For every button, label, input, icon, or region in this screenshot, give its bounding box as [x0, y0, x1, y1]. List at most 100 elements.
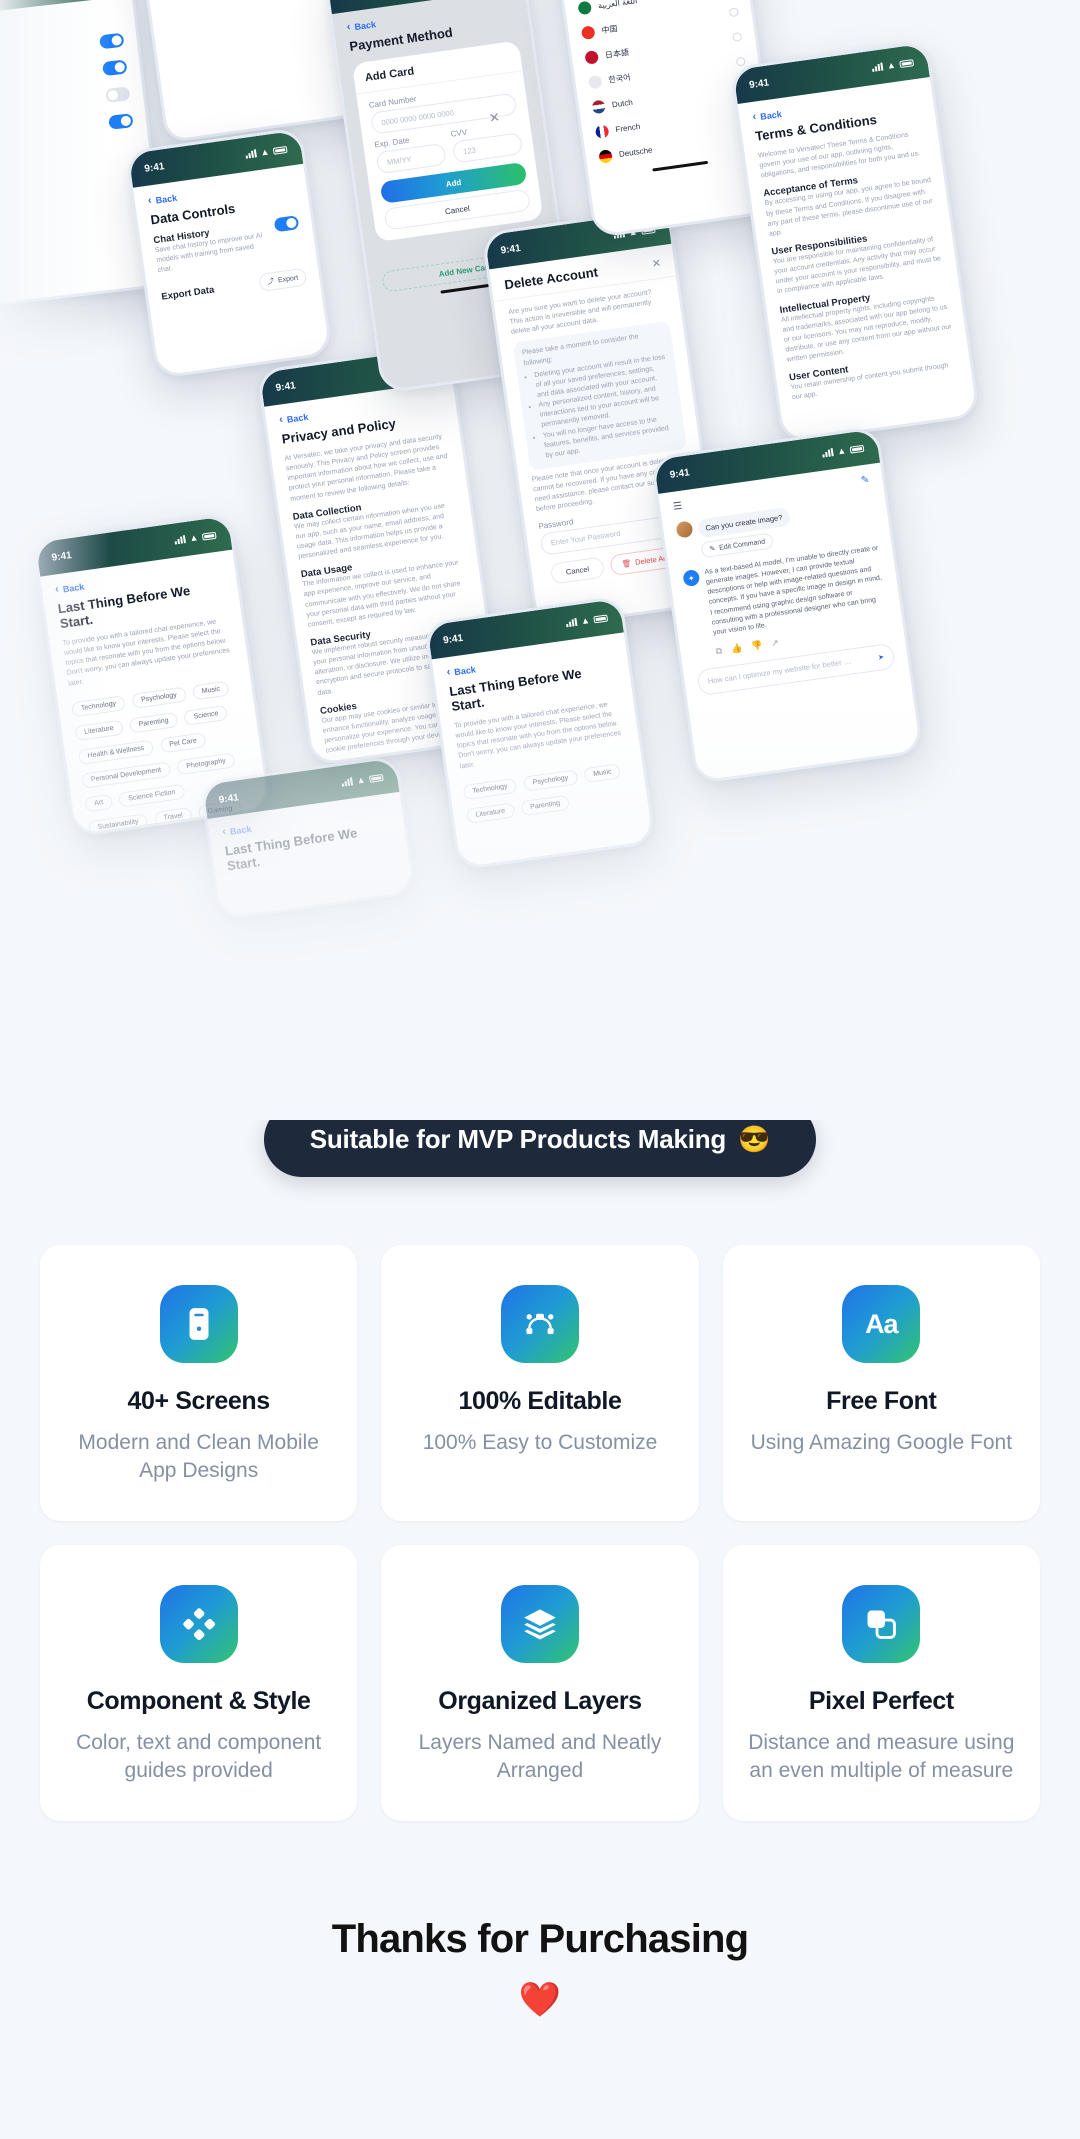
phone-body: ‹ Back Data Controls Chat History Save c…: [133, 164, 322, 318]
toggle-switch[interactable]: [108, 113, 134, 130]
feature-title: Component & Style: [86, 1686, 311, 1715]
add-card-sheet: Add Card Card Number 0000 0000 0000 0000…: [351, 40, 544, 243]
chevron-left-icon: ‹: [751, 110, 758, 123]
topic-chip[interactable]: Photography: [176, 752, 236, 775]
topic-chip[interactable]: Literature: [465, 802, 516, 824]
thumbs-up-icon[interactable]: 👍: [730, 643, 743, 655]
bot-avatar-icon: ✦: [682, 569, 701, 588]
chevron-left-icon: ‹: [278, 413, 284, 426]
radio-button[interactable]: [732, 31, 743, 43]
mvp-badge-text: Suitable for MVP Products Making: [309, 1124, 727, 1154]
heart-emoji-icon: ❤️: [518, 1980, 562, 2019]
topic-chip[interactable]: Parenting: [520, 794, 570, 816]
topic-chip[interactable]: Parenting: [128, 711, 179, 734]
feature-description: Distance and measure using an even multi…: [748, 1730, 1015, 1782]
menu-icon[interactable]: ☰: [673, 501, 683, 513]
status-time: 9:41: [669, 466, 691, 481]
feature-title: Pixel Perfect: [808, 1686, 954, 1715]
topic-chip[interactable]: Science Fiction: [118, 783, 186, 808]
signal-icon: [174, 535, 187, 545]
close-icon[interactable]: ✕: [651, 256, 662, 270]
topic-chip[interactable]: Technology: [462, 777, 518, 800]
new-chat-icon[interactable]: ✎: [860, 474, 870, 486]
toggle-switch[interactable]: [105, 86, 131, 103]
topic-chip[interactable]: Pet Care: [159, 731, 207, 754]
footer: Thanks for Purchasing ❤️: [0, 1821, 1080, 2020]
send-icon[interactable]: ➤: [877, 653, 884, 663]
status-icons: ▲: [871, 58, 915, 73]
cancel-button[interactable]: Cancel: [549, 555, 606, 585]
export-button[interactable]: ⤴ Export: [258, 268, 308, 293]
flag-icon: [598, 149, 613, 164]
feature-description: Color, text and component guides provide…: [76, 1730, 322, 1782]
edit-command-button[interactable]: ✎ Edit Command: [700, 532, 775, 559]
password-placeholder: Enter Your Password: [550, 528, 621, 548]
topic-chip[interactable]: Literature: [74, 719, 124, 741]
topic-chip[interactable]: Science: [183, 704, 229, 726]
phone-mock-bottom-fading: 9:41 ▲ ‹ Back Last Thing Before We Start…: [199, 754, 417, 922]
export-row[interactable]: Export Data ⤴ Export: [160, 268, 308, 306]
topic-chip[interactable]: Technology: [71, 694, 126, 718]
back-label: Back: [453, 663, 477, 677]
wifi-icon: ▲: [355, 773, 367, 786]
phone-mock-data-controls: 9:41 ▲ ‹ Back Data Controls Chat History…: [124, 126, 334, 380]
chevron-left-icon: ‹: [221, 825, 227, 838]
back-label: Back: [286, 411, 309, 425]
status-time: 9:41: [748, 76, 770, 91]
topic-chip[interactable]: Travel: [153, 806, 193, 827]
radio-button[interactable]: [728, 7, 739, 18]
back-label: Back: [229, 823, 252, 837]
toggle-switch[interactable]: [273, 215, 300, 233]
topic-chip[interactable]: Music: [583, 762, 622, 783]
topic-chip[interactable]: Health & Wellness: [77, 739, 155, 765]
wifi-icon: ▲: [836, 444, 847, 456]
toggle-row[interactable]: Dark Mode: [0, 111, 134, 155]
battery-icon: [201, 531, 217, 541]
avatar: [675, 520, 694, 539]
status-time: 9:41: [218, 791, 240, 806]
status-icons: ▲: [821, 443, 865, 458]
radio-button[interactable]: [735, 56, 746, 67]
feature-title: 40+ Screens: [127, 1387, 271, 1415]
wifi-icon: ▲: [259, 145, 270, 158]
phone-body: ‹ Back Last Thing Before We Start. To pr…: [432, 632, 650, 840]
pencil-icon: ✎: [709, 545, 716, 554]
status-time: 9:41: [499, 242, 522, 257]
wifi-icon: ▲: [580, 614, 591, 626]
topic-chip[interactable]: Psychology: [131, 686, 187, 709]
edit-command-label: Edit Command: [718, 537, 766, 552]
topic-chip[interactable]: Psychology: [522, 769, 579, 792]
status-time: 9:41: [50, 549, 73, 564]
collage-stage: 9:41 ▲ Data Controls Notifications Sound…: [0, 0, 1080, 1120]
chevron-left-icon: ‹: [147, 194, 153, 207]
signal-icon: [565, 617, 578, 628]
topic-chip[interactable]: Music: [191, 680, 230, 701]
flag-icon: [584, 50, 600, 65]
toggle-switch[interactable]: [102, 59, 128, 77]
topic-chip[interactable]: Sustainability: [87, 812, 149, 836]
share-icon[interactable]: ↗: [770, 638, 779, 650]
mobile-screen-icon: [159, 1285, 238, 1363]
signal-icon: [821, 448, 834, 458]
signal-icon: [341, 777, 354, 787]
chat-input-value: How can I optimize my website for better…: [707, 656, 854, 687]
back-label: Back: [353, 18, 377, 32]
wifi-icon: ▲: [886, 59, 897, 71]
home-indicator: [652, 160, 709, 172]
copy-icon[interactable]: ⧉: [715, 646, 723, 658]
aa-glyph: Aa: [865, 1308, 899, 1339]
topic-chip[interactable]: Personal Development: [81, 761, 172, 789]
flag-icon: [580, 25, 596, 40]
export-label: Export Data: [160, 284, 216, 303]
footer-title: Thanks for Purchasing: [331, 1916, 749, 1961]
thumbs-down-icon[interactable]: 👎: [750, 640, 763, 652]
status-icons: ▲: [174, 530, 217, 545]
status-icons: ▲: [245, 144, 288, 159]
topic-chip[interactable]: Art: [84, 793, 114, 813]
user-message-text: Can you create image?: [697, 506, 791, 539]
status-icons: ▲: [565, 613, 609, 628]
chat-history-row[interactable]: Chat History Save chat history to improv…: [153, 215, 303, 276]
close-icon[interactable]: ✕: [488, 109, 501, 126]
sheet-title: Add Card: [364, 65, 415, 85]
phone-mock-chat: 9:41 ▲ ☰ ✎ Can you create image? ✎ Edit …: [650, 425, 924, 785]
